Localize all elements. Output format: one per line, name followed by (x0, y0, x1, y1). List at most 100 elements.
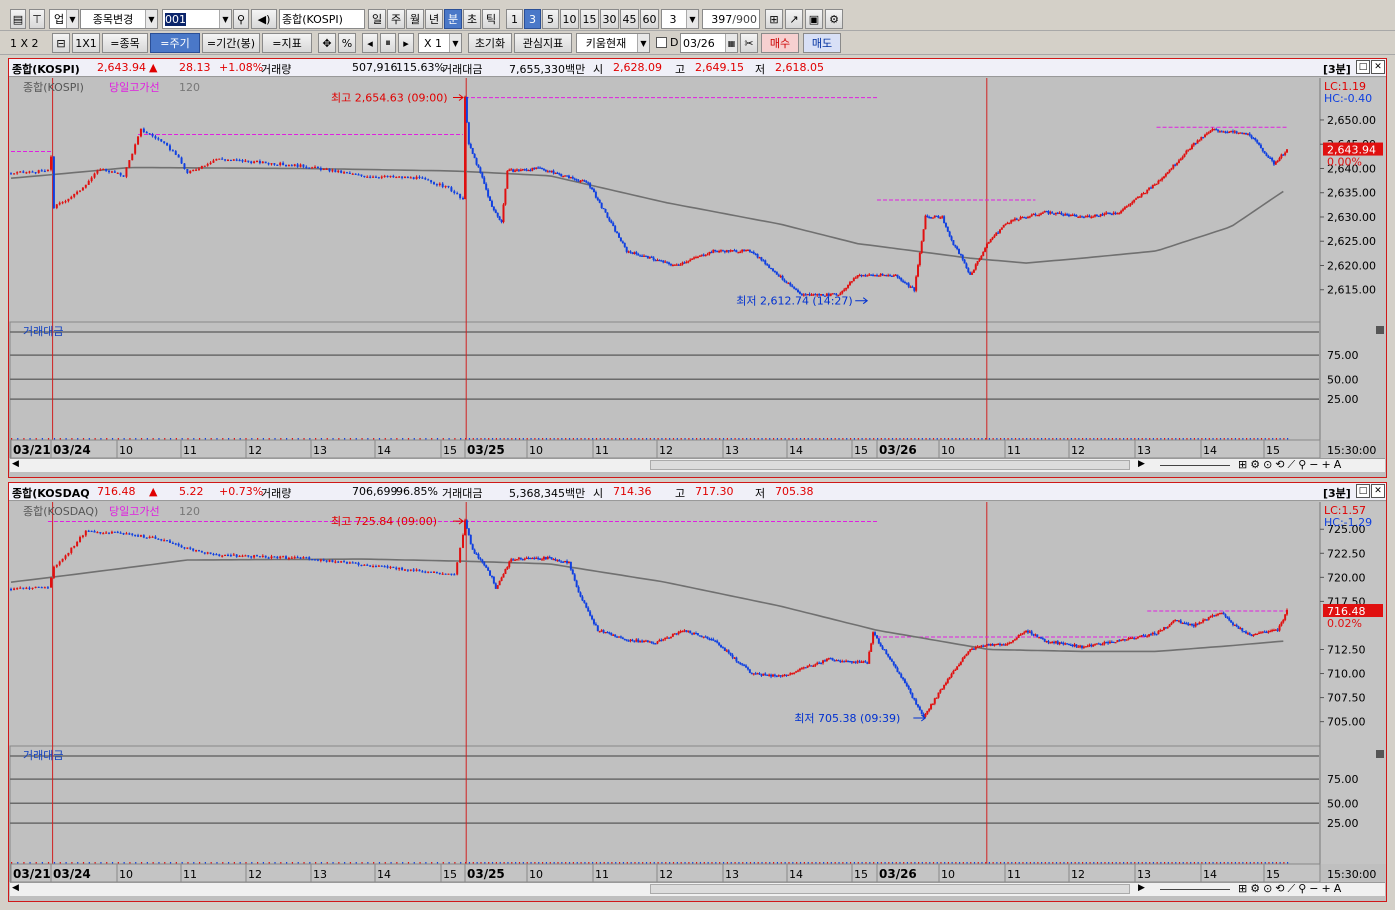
pin-icon[interactable]: ⊤ (29, 9, 45, 29)
save-icon[interactable]: ▣ (805, 9, 823, 29)
buy-button[interactable]: 매수 (761, 33, 799, 53)
watch-indicator-button[interactable]: 관심지표 (514, 33, 572, 53)
period-tab[interactable]: 분 (444, 9, 462, 29)
candle-body (273, 163, 276, 165)
zoom-tools-icon[interactable]: ⊞⚙⊙⟲⟋⚲−+A (1238, 882, 1344, 896)
candle-body (261, 161, 264, 164)
candle-body (1060, 642, 1063, 644)
candle-body (969, 649, 972, 652)
zoom-select[interactable]: X 1 ▼ (418, 33, 462, 53)
candle-body (997, 643, 1000, 646)
candle-body (587, 607, 590, 612)
price-plot-area[interactable] (10, 502, 1320, 746)
candle-body (712, 639, 715, 641)
candle-body (654, 260, 657, 262)
candle-body (195, 169, 198, 171)
minute-tab[interactable]: 10 (560, 9, 579, 29)
market-select[interactable]: 업 ▼ (49, 9, 79, 29)
zoom-slider[interactable] (1160, 465, 1230, 466)
candle-body (235, 554, 238, 557)
candle-body (1125, 206, 1128, 208)
trend-icon[interactable]: ↗ (785, 9, 803, 29)
volume-panel-close-icon[interactable] (1376, 326, 1384, 334)
interval-select[interactable]: 3 ▼ (661, 9, 699, 29)
grid-icon[interactable]: ⊞ (765, 9, 783, 29)
stock-change-select[interactable]: 종목변경 ▼ (80, 9, 158, 29)
period-tab[interactable]: 주 (387, 9, 405, 29)
stock-name-field[interactable]: 종합(KOSPI) (279, 9, 365, 29)
chart-scrollbar[interactable]: ◀ ▶ ⊞⚙⊙⟲⟋⚲−+A (10, 458, 1385, 472)
date-input[interactable]: 03/26 ▦ (680, 33, 738, 53)
candle-body (73, 193, 76, 197)
candle-body (602, 208, 605, 210)
scroll-right-icon[interactable]: ▶ (1138, 459, 1145, 469)
kiwoom-select[interactable]: 키움현재 ▼ (576, 33, 650, 53)
zoom-slider[interactable] (1160, 889, 1230, 890)
item-button[interactable]: =종목 (102, 33, 148, 53)
candle-body (287, 165, 290, 167)
candle-body (731, 654, 734, 658)
sell-button[interactable]: 매도 (803, 33, 841, 53)
layout-label[interactable]: 1 X 2 (10, 33, 50, 53)
y-tick-label: 720.00 (1327, 571, 1366, 584)
price-plot-area[interactable] (10, 78, 1320, 322)
chart-svg[interactable]: 725.00722.50720.00717.50712.50710.00707.… (9, 483, 1386, 882)
window-layout-icon[interactable]: ▤ (10, 9, 26, 29)
minute-tab[interactable]: 15 (580, 9, 599, 29)
range-button[interactable]: =기간(봉) (202, 33, 260, 53)
code-input[interactable]: 001 ▼ (162, 9, 232, 29)
next-icon[interactable]: ▸ (398, 33, 414, 53)
layout-1x1-button[interactable]: 1X1 (72, 33, 100, 53)
minute-tab[interactable]: 3 (524, 9, 541, 29)
candle-body (702, 254, 705, 256)
minute-tab[interactable]: 5 (542, 9, 559, 29)
speaker-icon[interactable]: ◀) (251, 9, 277, 29)
date-checkbox[interactable] (656, 37, 667, 48)
candle-body (469, 534, 472, 545)
minute-tab[interactable]: 45 (620, 9, 639, 29)
scroll-thumb[interactable] (650, 460, 1130, 470)
period-tab[interactable]: 틱 (482, 9, 500, 29)
prev-icon[interactable]: ◂ (362, 33, 378, 53)
split-icon[interactable]: ⊟ (52, 33, 70, 53)
period-tab[interactable]: 년 (425, 9, 443, 29)
period-tab[interactable]: 월 (406, 9, 424, 29)
candle-body (502, 204, 505, 223)
chart-svg[interactable]: 2,650.002,645.002,640.002,635.002,630.00… (9, 59, 1386, 458)
minute-tab[interactable]: 30 (600, 9, 619, 29)
volume-plot-area[interactable] (9, 321, 1321, 441)
candle-body (896, 667, 899, 673)
candle-body (1282, 619, 1285, 623)
candle-body (1021, 633, 1024, 635)
zoom-tools-icon[interactable]: ⊞⚙⊙⟲⟋⚲−+A (1238, 458, 1344, 472)
percent-button[interactable]: % (338, 33, 356, 53)
move-icon[interactable]: ✥ (318, 33, 336, 53)
candle-body (909, 286, 912, 288)
gear-icon[interactable]: ⚙ (825, 9, 843, 29)
period-tab[interactable]: 일 (368, 9, 386, 29)
search-icon[interactable]: ⚲ (233, 9, 249, 29)
period-button[interactable]: =주기 (150, 33, 200, 53)
candle-body (1280, 154, 1283, 158)
candle-body (1006, 643, 1009, 645)
candle-body (1086, 215, 1089, 217)
indicator-button[interactable]: =지표 (262, 33, 312, 53)
scroll-left-icon[interactable]: ◀ (12, 883, 19, 893)
pause-icon[interactable]: ⏸ (380, 33, 396, 53)
volume-plot-area[interactable] (9, 745, 1321, 865)
reset-button[interactable]: 초기화 (468, 33, 512, 53)
candle-body (1008, 222, 1011, 224)
candle-body (1088, 215, 1091, 218)
scissors-icon[interactable]: ✂ (740, 33, 758, 53)
scroll-left-icon[interactable]: ◀ (12, 459, 19, 469)
scroll-thumb[interactable] (650, 884, 1130, 894)
candle-body (883, 274, 886, 277)
scroll-right-icon[interactable]: ▶ (1138, 883, 1145, 893)
minute-tab[interactable]: 60 (640, 9, 659, 29)
candle-body (253, 161, 256, 163)
chart-scrollbar[interactable]: ◀ ▶ ⊞⚙⊙⟲⟋⚲−+A (10, 882, 1385, 896)
minute-tab[interactable]: 1 (506, 9, 523, 29)
volume-panel-close-icon[interactable] (1376, 750, 1384, 758)
period-tab[interactable]: 초 (463, 9, 481, 29)
count-field[interactable]: 397/900 (702, 9, 760, 29)
